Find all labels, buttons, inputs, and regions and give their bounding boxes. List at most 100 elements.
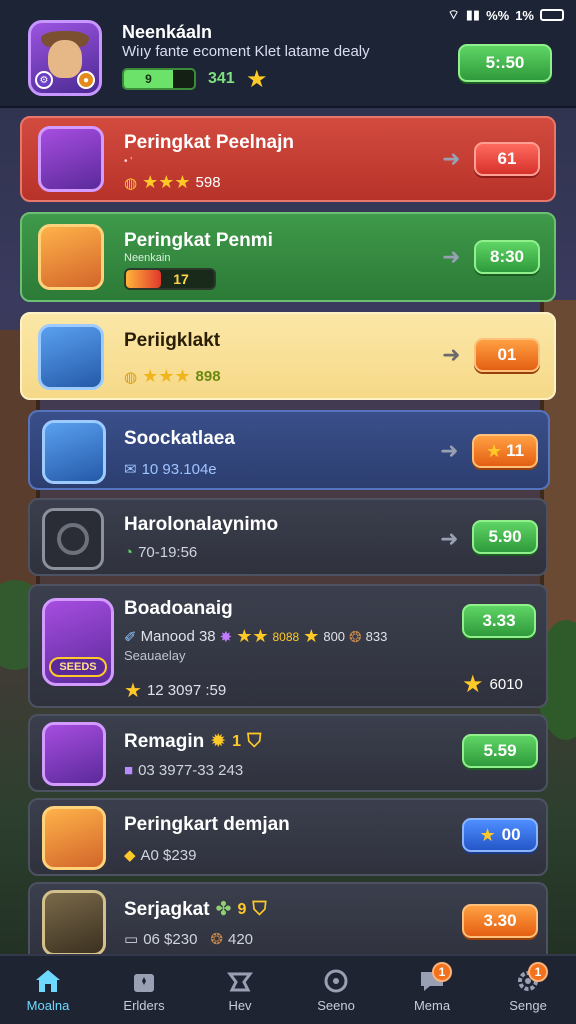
face-icon	[48, 40, 82, 79]
item-action-button[interactable]: 61	[474, 142, 540, 176]
item-action-button[interactable]: 3.30	[462, 904, 538, 938]
nav-label: Seeno	[317, 997, 355, 1013]
item-action-button[interactable]: ★ 11	[472, 434, 538, 468]
title-badge: 9	[237, 900, 247, 918]
battery-label: 1%	[515, 7, 534, 23]
cookie-icon: ❂	[210, 931, 223, 948]
item-stat-b: 8088	[272, 629, 300, 644]
notification-badge: 1	[432, 962, 452, 982]
character-avatar-icon	[38, 126, 104, 192]
item-stats: ◍ ★★★ 598	[124, 172, 221, 193]
player-avatar[interactable]: ⚙ ●	[28, 20, 102, 96]
nav-label: Moalna	[26, 997, 70, 1013]
xp-progress-bar: 9	[122, 68, 196, 90]
shield-icon: ⛉	[247, 730, 262, 752]
anvil-icon	[227, 972, 253, 991]
arrow-right-icon: ➜	[442, 342, 461, 367]
home-icon	[36, 969, 60, 992]
coin-badge-icon: ●	[77, 71, 95, 89]
star-icon: ★	[462, 671, 484, 698]
character-avatar-icon	[42, 420, 106, 484]
character-avatar-icon	[42, 722, 106, 786]
star-icon: ★	[485, 440, 503, 461]
item-title: Peringkart demjan	[124, 814, 290, 835]
list-item[interactable]: Remagin ✹ 1 ⛉ ■ 03 3977-33 243 5.59	[28, 714, 548, 792]
item-stats: ▭ 06 $230 ❂ 420	[124, 930, 254, 949]
character-avatar-icon	[42, 806, 106, 870]
nav-item-shop[interactable]: Erlders	[96, 956, 192, 1024]
item-stat: 10 93.104e	[141, 460, 217, 478]
list-item-highlighted[interactable]: Periigklakt ◍ ★★★ 898 ➜ 01	[20, 312, 556, 400]
item-stat: 03 3977-33 243	[138, 762, 244, 779]
item-stats: ◍ ★★★ 898	[124, 366, 221, 387]
shop-icon	[134, 973, 154, 992]
nav-label: Senge	[509, 997, 547, 1013]
item-button-label: 00	[501, 825, 521, 844]
item-action-button[interactable]: 01	[474, 338, 540, 372]
list-item[interactable]: SEEDS Boadoanaig ✐ Manood 38 ✸ ★★ 8088 ★…	[28, 584, 548, 708]
gem-icon: ✸	[219, 628, 233, 646]
status-bar: ⌔ ▮▮ %% 1%	[0, 0, 576, 30]
title-badge: 1	[232, 732, 242, 750]
item-stat-a: Manood 38	[140, 628, 216, 645]
character-avatar-icon: SEEDS	[42, 598, 114, 686]
shield-icon: ⛉	[252, 898, 267, 920]
reward-amount: 6010	[489, 676, 523, 693]
star-icon: ★	[124, 680, 142, 702]
item-stat: A0 $239	[140, 846, 197, 864]
item-action-button[interactable]: ★ 00	[462, 818, 538, 852]
wifi-icon: ⌔	[447, 7, 460, 22]
item-subline: Seauaelay	[124, 648, 186, 663]
list-item[interactable]: Soockatlaea ✉ 10 93.104e ➜ ★ 11	[28, 410, 550, 490]
list-item[interactable]: Peringkat Peelnajn • ' ◍ ★★★ 598 ➜ 61	[20, 116, 556, 202]
ticket-icon: ◆	[124, 847, 136, 864]
progress-bar: 17	[124, 268, 216, 290]
progress-fill	[126, 270, 162, 288]
item-stat: 898	[195, 368, 221, 385]
nav-item-forge[interactable]: Hev	[192, 956, 288, 1024]
nav-label: Mema	[413, 997, 451, 1013]
list-item[interactable]: Harolonalaynimo ◔ 70-19:56 ➜ 5.90	[28, 498, 548, 576]
item-subline: • '	[124, 156, 133, 167]
list-item[interactable]: Serjagkat ✤ 9 ⛉ ▭ 06 $230 ❂ 420 3.30	[28, 882, 548, 962]
item-button-label: 11	[506, 441, 525, 460]
header-action-button[interactable]: 5:.50	[458, 44, 552, 82]
item-stat-2: 12 3097 :59	[146, 682, 227, 699]
character-avatar-icon	[38, 224, 104, 290]
battery-icon	[540, 9, 564, 21]
item-action-button[interactable]: 3.33	[462, 604, 536, 638]
item-title: Boadoanaig	[124, 598, 233, 619]
cube-icon: ■	[124, 762, 134, 779]
bottom-navigation: Moalna Erlders Hev Seeno Mema 1 Senge 1	[0, 954, 576, 1024]
clover-icon: ✤	[215, 899, 232, 920]
item-title: Peringkat Peelnajn	[124, 132, 295, 153]
reward-value: ★ 6010	[462, 670, 523, 699]
sun-icon: ✹	[210, 731, 227, 752]
coin-icon: ◍	[124, 174, 138, 192]
nav-item-scene[interactable]: Seeno	[288, 956, 384, 1024]
character-avatar-icon	[42, 890, 106, 956]
item-action-button[interactable]: 5.90	[472, 520, 538, 554]
card-icon: ▭	[124, 931, 139, 948]
item-stats-2: ★ 12 3097 :59	[124, 678, 226, 703]
seeds-label: SEEDS	[49, 657, 107, 677]
status-right-text: %%	[486, 7, 510, 23]
nav-item-messages[interactable]: Mema 1	[384, 956, 480, 1024]
item-title: Periigklakt	[124, 330, 221, 351]
item-title-row: Remagin ✹ 1 ⛉	[124, 730, 261, 753]
item-stat-b: 420	[228, 930, 254, 948]
nav-label: Erlders	[123, 997, 165, 1013]
item-stats: ✐ Manood 38 ✸ ★★ 8088 ★ 800 ❂ 833	[124, 626, 387, 647]
item-action-button[interactable]: 5.59	[462, 734, 538, 768]
item-stat-d: 833	[365, 629, 388, 644]
nav-item-home[interactable]: Moalna	[0, 956, 96, 1024]
arrow-right-icon: ➜	[440, 526, 459, 551]
locked-slot-icon	[42, 508, 104, 570]
nav-item-settings[interactable]: Senge 1	[480, 956, 576, 1024]
item-action-button[interactable]: 8:30	[474, 240, 540, 274]
list-item[interactable]: Peringkat Penmi Neenkain 17 ➜ 8:30	[20, 212, 556, 302]
star-icon: ★★	[236, 626, 269, 646]
list-item[interactable]: Peringkart demjan ◆ A0 $239 ★ 00	[28, 798, 548, 876]
wand-icon: ✐	[124, 628, 137, 646]
item-stats: ■ 03 3977-33 243	[124, 762, 243, 779]
